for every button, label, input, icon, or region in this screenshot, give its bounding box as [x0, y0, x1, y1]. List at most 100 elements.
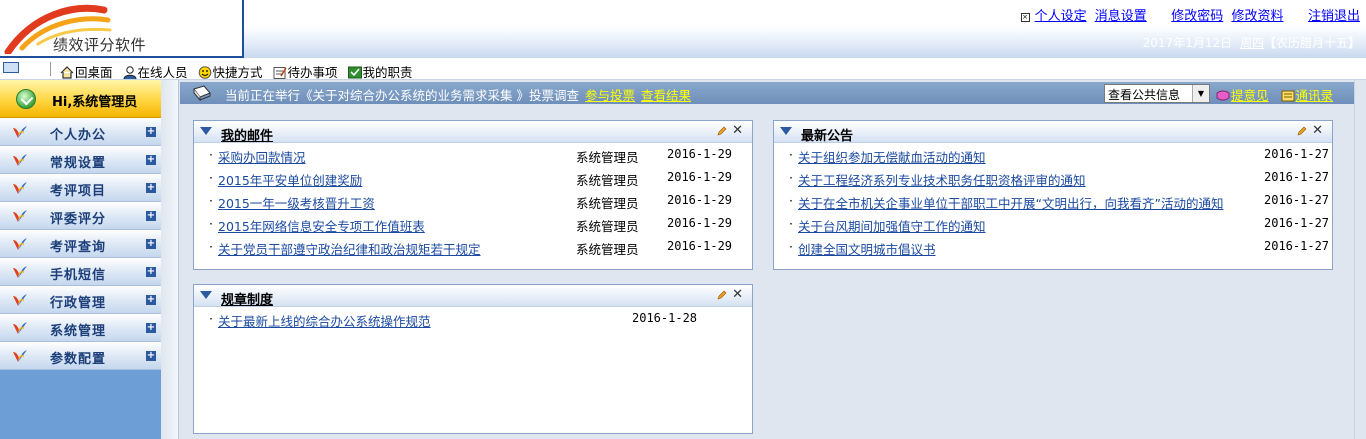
vote-notice: 当前正在举行《关于对综合办公系统的业务需求采集 》投票调查 参与投票 查看结果	[225, 85, 691, 104]
separator: |	[1152, 9, 1158, 24]
app-name: 绩效评分软件	[53, 36, 147, 54]
toolbar-item-duties[interactable]: 我的职责	[347, 62, 413, 81]
view-results-link[interactable]: 查看结果	[641, 88, 691, 103]
list-item: · 采购办回款情况 系统管理员 2016-1-29	[194, 143, 752, 166]
expand-plus-icon[interactable]: +	[146, 211, 156, 221]
item-link[interactable]: 关于台风期间加强值守工作的通知	[798, 216, 986, 235]
edit-profile-link[interactable]: 修改资料	[1231, 9, 1283, 24]
sidebar-item-label: 评委评分	[50, 212, 107, 227]
sidebar-item[interactable]: 系统管理 +	[0, 314, 161, 342]
item-sender: 系统管理员	[576, 196, 639, 211]
sidebar-item-label: 行政管理	[50, 296, 107, 311]
sidebar-item[interactable]: 考评项目 +	[0, 174, 161, 202]
edit-pencil-icon[interactable]	[717, 126, 727, 136]
item-link[interactable]: 采购办回款情况	[218, 147, 306, 166]
vote-link[interactable]: 参与投票	[585, 88, 635, 103]
expand-plus-icon[interactable]: +	[146, 127, 156, 137]
menu-bird-icon	[13, 294, 27, 306]
expand-plus-icon[interactable]: +	[146, 267, 156, 277]
sidebar-item[interactable]: 参数配置 +	[0, 342, 161, 370]
bullet: ·	[209, 170, 213, 185]
public-info-select-value: 查看公共信息	[1108, 88, 1181, 102]
item-date: 2016-1-29	[667, 147, 733, 161]
menu-bird-icon	[13, 210, 27, 222]
collapse-triangle-icon[interactable]	[200, 127, 212, 135]
rules-panel-title[interactable]: 规章制度	[221, 289, 273, 308]
list-item: · 关于在全市机关企事业单位干部职工中开展“文明出行，向我看齐”活动的通知 2016…	[774, 189, 1332, 212]
sidebar-item-label: 考评项目	[50, 184, 107, 199]
sidebar: Hi,系统管理员 个人办公 + 常规设置 + 考评项目 + 评委评分 + 考评查询 + 手机短信 + 行…	[0, 80, 161, 439]
close-icon[interactable]: ✕	[1312, 123, 1323, 138]
sidebar-item-label: 系统管理	[50, 324, 107, 339]
edit-pencil-icon[interactable]	[1297, 126, 1307, 136]
expand-plus-icon[interactable]: +	[146, 239, 156, 249]
item-link[interactable]: 2015一年一级考核晋升工资	[218, 193, 375, 212]
sidebar-item[interactable]: 常规设置 +	[0, 146, 161, 174]
list-item: · 关于党员干部遵守政治纪律和政治规矩若干规定 系统管理员 2016-1-29	[194, 235, 752, 258]
item-link[interactable]: 2015年网络信息安全专项工作值班表	[218, 216, 425, 235]
toolbar-item-online[interactable]: 在线人员	[123, 62, 188, 81]
expand-plus-icon[interactable]: +	[146, 183, 156, 193]
public-info-select[interactable]: 查看公共信息 ▼	[1104, 84, 1210, 103]
item-link[interactable]: 关于在全市机关企事业单位干部职工中开展“文明出行，向我看齐”活动的通知	[798, 193, 1223, 212]
expand-plus-icon[interactable]: +	[146, 155, 156, 165]
item-sender: 系统管理员	[576, 219, 639, 234]
item-link[interactable]: 关于组织参加无偿献血活动的通知	[798, 147, 986, 166]
contacts-icon	[1281, 90, 1294, 102]
todo-icon	[273, 67, 287, 79]
mail-panel-header: 我的邮件 ✕	[194, 121, 752, 144]
menu-bird-icon	[13, 350, 27, 362]
item-link[interactable]: 2015年平安单位创建奖励	[218, 170, 362, 189]
notebook-icon	[193, 85, 211, 101]
sidebar-item[interactable]: 行政管理 +	[0, 286, 161, 314]
close-icon[interactable]: ✕	[732, 287, 743, 302]
item-sender: 系统管理员	[576, 150, 639, 165]
edit-pencil-icon[interactable]	[717, 290, 727, 300]
menu-bird-icon	[13, 322, 27, 334]
weekday-link[interactable]: 周四	[1240, 36, 1264, 50]
close-icon[interactable]: ✕	[732, 123, 743, 138]
collapse-triangle-icon[interactable]	[200, 291, 212, 299]
sidebar-item[interactable]: 手机短信 +	[0, 258, 161, 286]
toggle-sidebar-icon[interactable]	[3, 62, 19, 73]
change-password-link[interactable]: 修改密码	[1171, 9, 1223, 24]
main-left-strip	[161, 80, 179, 439]
item-link[interactable]: 关于工程经济系列专业技术职务任职资格评审的通知	[798, 170, 1086, 189]
bullet: ·	[209, 311, 213, 326]
expand-plus-icon[interactable]: +	[146, 323, 156, 333]
greeting-text: Hi,系统管理员	[52, 95, 138, 110]
contacts-link[interactable]: 通讯录	[1296, 88, 1334, 103]
item-date: 2016-1-27	[1264, 147, 1330, 161]
message-settings-link[interactable]: 消息设置	[1095, 9, 1147, 24]
menu-bird-icon	[13, 154, 27, 166]
mail-panel-title[interactable]: 我的邮件	[221, 125, 273, 144]
user-status-icon	[16, 89, 36, 109]
bullet: ·	[789, 170, 793, 185]
sidebar-greeting: Hi,系统管理员	[0, 80, 161, 118]
announcements-panel-header: 最新公告 ✕	[774, 121, 1332, 144]
feedback-link[interactable]: 提意见	[1231, 88, 1269, 103]
feedback-icon	[1216, 90, 1230, 101]
sidebar-item[interactable]: 考评查询 +	[0, 230, 161, 258]
personal-settings-link[interactable]: 个人设定	[1035, 9, 1087, 24]
sidebar-item[interactable]: 评委评分 +	[0, 202, 161, 230]
bullet: ·	[789, 216, 793, 231]
item-link[interactable]: 关于最新上线的综合办公系统操作规范	[218, 311, 431, 330]
toolbar-item-todo[interactable]: 待办事项	[273, 62, 338, 81]
sidebar-item[interactable]: 个人办公 +	[0, 118, 161, 146]
toolbar-item-home[interactable]: 回桌面	[60, 62, 113, 81]
logout-link[interactable]: 注销退出	[1308, 9, 1360, 24]
sidebar-item-label: 考评查询	[50, 240, 107, 255]
header: 绩效评分软件 × 个人设定 消息设置 | 修改密码 修改资料 | 注销退出 2017年…	[0, 0, 1366, 58]
announcements-panel-title[interactable]: 最新公告	[801, 125, 853, 144]
item-link[interactable]: 创建全国文明城市倡议书	[798, 239, 936, 258]
toolbar-item-shortcuts[interactable]: 快捷方式	[198, 62, 263, 81]
lunar-date: 农历腊月十五	[1275, 36, 1348, 50]
main-scrollbar[interactable]	[1354, 80, 1366, 439]
expand-plus-icon[interactable]: +	[146, 295, 156, 305]
item-link[interactable]: 关于党员干部遵守政治纪律和政治规矩若干规定	[218, 239, 481, 258]
list-item: · 关于台风期间加强值守工作的通知 2016-1-27	[774, 212, 1332, 235]
collapse-triangle-icon[interactable]	[780, 127, 792, 135]
expand-plus-icon[interactable]: +	[146, 351, 156, 361]
item-sender: 系统管理员	[576, 173, 639, 188]
